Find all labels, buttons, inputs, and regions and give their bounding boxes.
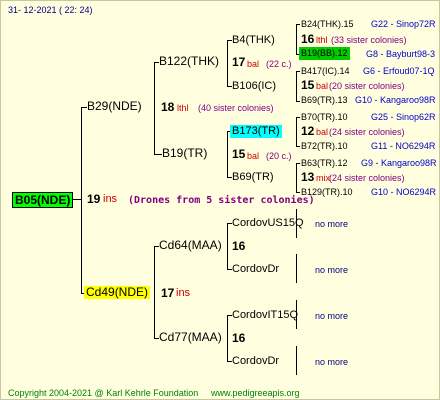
queen-b70[interactable]: B70(TR).10 (301, 111, 348, 124)
b63-ref: G9 - Kangaroo98R (361, 158, 437, 168)
connector (296, 117, 297, 146)
b173-year: 12 (301, 124, 315, 138)
queen-b05[interactable]: B05(NDE) (12, 192, 74, 208)
queen-b173[interactable]: B173(TR) (230, 125, 282, 138)
queen-b29[interactable]: B29(NDE) (87, 100, 142, 113)
queen-cordovus15q[interactable]: CordovUS15Q (232, 217, 304, 230)
connector (296, 71, 297, 101)
connector (296, 146, 300, 147)
b69-13-ref: G10 - Kangaroo98R (355, 95, 436, 105)
b29-colonies: (40 sister colonies) (198, 103, 274, 113)
cd49-year: 17 (161, 286, 175, 300)
b19-bb-ref: G8 - Bayburt98-3 (366, 49, 436, 59)
queen-b122[interactable]: B122(THK) (159, 55, 219, 68)
b69-year: 13 (301, 170, 315, 184)
no-more-label: no more (315, 357, 349, 367)
b19-colonies: (20 c.) (266, 151, 292, 161)
connector (296, 24, 300, 25)
pedigree-chart: 31- 12-2021 ( 22: 24) B05(NDE) 19 ins (D… (0, 0, 440, 400)
connector (296, 192, 300, 193)
connector (154, 246, 155, 338)
b106-colonies: (20 sister colonies) (329, 81, 405, 91)
b24-ref: G22 - Sinop72R (371, 19, 436, 29)
queen-b69-13[interactable]: B69(TR).13 (301, 94, 348, 107)
copyright: Copyright 2004-2021 @ Karl Kehrle Founda… (8, 388, 199, 398)
connector (227, 223, 228, 269)
b29-year: 18 (161, 100, 175, 114)
cd49-suffix: ins (176, 287, 191, 299)
connector (154, 62, 155, 154)
b106-year: 15 (301, 78, 315, 92)
b173-colonies: (24 sister colonies) (329, 127, 405, 137)
b69-colonies: (24 sister colonies) (329, 173, 405, 183)
queen-b24[interactable]: B24(THK).15 (301, 18, 354, 31)
connector (154, 154, 162, 155)
b69-line: mix (316, 173, 330, 183)
report-date: 31- 12-2021 ( 22: 24) (8, 5, 93, 15)
b4-year: 16 (301, 32, 315, 46)
drone-mother-cd49[interactable]: Cd49(NDE) (84, 286, 151, 299)
drones-note: (Drones from 5 sister colonies) (128, 195, 315, 206)
b72-ref: G11 - NO6294R (371, 141, 436, 151)
queen-b63[interactable]: B63(TR).12 (301, 157, 348, 170)
no-more-label: no more (315, 219, 349, 229)
no-more-label: no more (315, 311, 349, 321)
connector (73, 199, 81, 200)
connector (227, 315, 228, 361)
queen-b417[interactable]: B417(IC).14 (301, 65, 350, 78)
b122-line: bal (247, 59, 260, 69)
b19-year: 15 (232, 147, 246, 161)
queen-b72[interactable]: B72(TR).10 (301, 140, 348, 153)
connector (296, 254, 297, 283)
connector (296, 163, 297, 192)
site-link[interactable]: www.pedigreeapis.org (211, 387, 300, 400)
connector (227, 40, 228, 86)
b106-line: bal (316, 81, 329, 91)
queen-cd64[interactable]: Cd64(MAA) (159, 239, 222, 252)
connector (296, 101, 300, 102)
b70-ref: G25 - Sinop62R (371, 112, 436, 122)
queen-cd77[interactable]: Cd77(MAA) (159, 331, 222, 344)
connector (296, 71, 300, 72)
b19-line: bal (247, 151, 260, 161)
b4-colonies: (33 sister colonies) (331, 35, 407, 45)
queen-b106[interactable]: B106(IC) (232, 80, 276, 93)
connector (296, 346, 297, 375)
queen-b129[interactable]: B129(TR).10 (301, 186, 353, 199)
queen-b4[interactable]: B4(THK) (232, 34, 275, 47)
queen-year: 19 (87, 192, 101, 206)
queen-suffix: ins (103, 193, 118, 205)
queen-cordovdr-2[interactable]: CordovDr (232, 355, 279, 368)
b122-year: 17 (232, 55, 246, 69)
cd64-year: 16 (232, 239, 246, 253)
queen-cordovit15q[interactable]: CordovIT15Q (232, 309, 298, 322)
connector (296, 163, 300, 164)
queen-b19[interactable]: B19(TR) (162, 147, 207, 160)
connector (296, 24, 297, 54)
queen-b69[interactable]: B69(TR) (232, 171, 274, 184)
connector (81, 107, 82, 293)
b173-line: bal (316, 127, 329, 137)
queen-cordovdr-1[interactable]: CordovDr (232, 263, 279, 276)
b417-ref: G6 - Erfoud07-1Q (363, 66, 435, 76)
no-more-label: no more (315, 265, 349, 275)
connector (227, 131, 228, 177)
cd77-year: 16 (232, 331, 246, 345)
b129-ref: G10 - NO6294R (371, 187, 437, 197)
b4-line: lthl (316, 35, 328, 45)
connector (296, 117, 300, 118)
queen-b19-bb[interactable]: B19(BB).12 (299, 47, 350, 60)
b29-line: lthl (177, 103, 189, 113)
b122-colonies: (22 c.) (266, 59, 292, 69)
